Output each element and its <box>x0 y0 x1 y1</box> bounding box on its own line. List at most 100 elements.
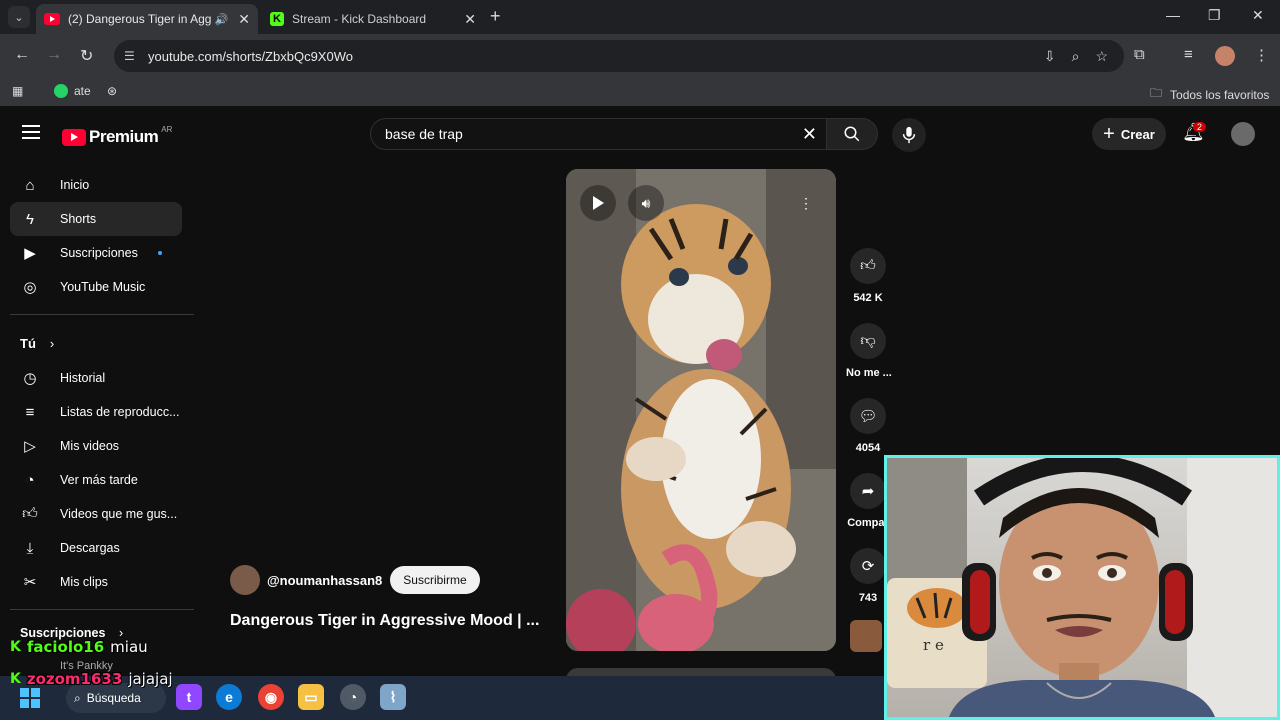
close-window-icon[interactable]: ✕ <box>1252 7 1264 24</box>
volume-icon: 🔊︎ <box>641 194 651 211</box>
menu-icon[interactable]: ⋮ <box>1254 46 1269 64</box>
tab-search-button[interactable]: ⌄ <box>8 6 30 28</box>
bookmark-whatsapp[interactable]: ate <box>54 84 91 98</box>
search-icon: ⌕ <box>74 690 81 705</box>
close-tab-icon[interactable]: ✕ <box>238 11 250 28</box>
forward-icon[interactable]: → <box>46 46 62 64</box>
search-icon <box>844 126 860 142</box>
microphone-icon <box>902 126 916 144</box>
install-icon[interactable]: ⇩ <box>1044 48 1056 65</box>
more-options-button[interactable]: ⋮ <box>788 185 824 221</box>
chat-username: zozom1633 <box>26 670 123 688</box>
clear-search-icon[interactable]: ✕ <box>802 124 817 145</box>
play-icon <box>593 196 604 210</box>
share-icon: ➦ <box>850 473 886 509</box>
new-content-dot <box>157 251 162 255</box>
edge-icon[interactable]: e <box>216 684 242 710</box>
chat-text: jajajaj <box>128 670 173 688</box>
chevron-right-icon: › <box>49 335 55 351</box>
apps-icon[interactable]: ▦ <box>12 84 23 98</box>
sidebar-item-liked-videos[interactable]: 👍︎ Videos que me gus... <box>10 497 194 531</box>
dislike-action[interactable]: 👎︎ No me ... <box>846 323 892 379</box>
site-info-icon[interactable]: ☰ <box>124 49 138 63</box>
sidebar-item-inicio[interactable]: ⌂ Inicio <box>10 168 194 202</box>
restore-icon[interactable]: ❐ <box>1208 7 1221 24</box>
sidebar-item-label: Suscripciones <box>60 246 138 260</box>
youtube-favicon-icon <box>44 13 60 25</box>
youtube-header: Premium AR base de trap ✕ + Crear 🔔︎ <box>0 112 1280 158</box>
play-button[interactable] <box>580 185 616 221</box>
sidebar-item-playlists[interactable]: ≡ Listas de reproducc... <box>10 395 194 429</box>
sidebar: ⌂ Inicio ϟ Shorts ▶ Suscripciones ◎ YouT… <box>10 168 194 620</box>
chatgpt-bookmark-icon[interactable]: ⊛ <box>107 84 117 98</box>
file-explorer-icon[interactable]: ▭ <box>298 684 324 710</box>
streamer-webcam: r e <box>884 455 1280 720</box>
sidebar-item-label: Inicio <box>60 178 90 192</box>
logo-text: Premium <box>89 127 159 146</box>
create-label: Crear <box>1120 126 1155 142</box>
voice-search-button[interactable] <box>892 118 926 152</box>
extensions-icon[interactable]: ⧉ <box>1134 46 1145 63</box>
speaker-icon[interactable]: 🔊 <box>215 13 229 26</box>
monitor-app-icon[interactable]: ⌇ <box>380 684 406 710</box>
bookmark-star-icon[interactable]: ☆ <box>1095 48 1108 65</box>
subscriptions-icon: ▶ <box>24 245 36 262</box>
sidebar-item-ver-mas-tarde[interactable]: ◔ Ver más tarde <box>10 463 194 497</box>
sidebar-item-historial[interactable]: ◷ Historial <box>10 361 194 395</box>
playlists-icon: ≡ <box>25 403 35 421</box>
kick-icon: K <box>10 639 21 655</box>
shorts-icon: ϟ <box>26 210 34 228</box>
create-button[interactable]: + Crear <box>1092 118 1166 150</box>
close-tab-icon[interactable]: ✕ <box>464 11 476 28</box>
sidebar-item-youtube-music[interactable]: ◎ YouTube Music <box>10 270 194 304</box>
all-bookmarks-folder[interactable]: 🗀 Todos los favoritos <box>1150 84 1269 105</box>
youtube-logo[interactable]: Premium AR <box>62 125 172 147</box>
comments-action[interactable]: 💬︎ 4054 <box>846 398 890 454</box>
sidebar-item-mis-clips[interactable]: ✂ Mis clips <box>10 565 194 599</box>
search-input[interactable]: base de trap <box>371 126 802 142</box>
chrome-icon[interactable]: ◉ <box>258 684 284 710</box>
new-tab-icon[interactable]: + <box>490 6 501 27</box>
like-icon: 👍︎ <box>850 248 886 284</box>
sidebar-item-mis-videos[interactable]: ▷ Mis videos <box>10 429 194 463</box>
webcam-scene <box>887 458 1277 717</box>
tab-youtube[interactable]: (2) Dangerous Tiger in Agg 🔊 ✕ <box>36 4 258 34</box>
volume-button[interactable]: 🔊︎ <box>628 185 664 221</box>
obs-icon[interactable]: ◔ <box>340 684 366 710</box>
channel-avatar[interactable] <box>230 565 260 595</box>
zoom-icon[interactable]: ⌕ <box>1072 48 1080 65</box>
sidebar-item-shorts[interactable]: ϟ Shorts <box>10 202 182 236</box>
sidebar-item-descargas[interactable]: ⤓ Descargas <box>10 531 194 565</box>
hamburger-menu-icon[interactable] <box>22 125 40 143</box>
search-button[interactable] <box>826 118 878 150</box>
channel-name[interactable]: @noumanhassan8 <box>267 573 382 588</box>
you-section-heading[interactable]: Tú › <box>10 325 194 361</box>
tab-kick[interactable]: K Stream - Kick Dashboard ✕ <box>262 4 484 34</box>
notification-badge: 2 <box>1193 122 1207 132</box>
reload-icon[interactable]: ↻ <box>80 46 93 66</box>
account-avatar[interactable] <box>1231 122 1255 146</box>
windows-start-icon[interactable] <box>20 688 40 708</box>
subscription-channel-partial[interactable]: It's Pankky <box>60 660 113 672</box>
tab-title: Stream - Kick Dashboard <box>292 12 427 26</box>
browser-tabbar: ⌄ (2) Dangerous Tiger in Agg 🔊 ✕ K Strea… <box>0 0 1280 34</box>
audio-thumbnail[interactable] <box>850 620 882 652</box>
sidebar-item-label: YouTube Music <box>60 280 146 294</box>
media-icon[interactable]: ≡ <box>1184 46 1193 63</box>
sidebar-item-suscripciones[interactable]: ▶ Suscripciones <box>10 236 194 270</box>
history-icon: ◷ <box>23 370 37 387</box>
subscribe-button[interactable]: Suscribirme <box>390 566 480 594</box>
minimize-icon[interactable]: — <box>1166 7 1180 23</box>
kick-icon: K <box>10 671 21 687</box>
search-box[interactable]: base de trap ✕ <box>370 118 830 150</box>
channel-row: @noumanhassan8 Suscribirme <box>230 565 480 595</box>
watch-later-icon: ◔ <box>25 471 35 489</box>
video-title[interactable]: Dangerous Tiger in Aggressive Mood | ... <box>230 612 539 630</box>
profile-avatar[interactable] <box>1215 46 1235 66</box>
chat-username: faciolo16 <box>26 638 105 656</box>
twitch-icon[interactable]: t <box>176 684 202 710</box>
like-action[interactable]: 👍︎ 542 K <box>846 248 890 304</box>
shorts-video-player[interactable]: 🔊︎ ⋮ <box>566 169 836 651</box>
address-bar[interactable]: ☰ youtube.com/shorts/ZbxbQc9X0Wo ⇩ ⌕ ☆ <box>114 40 1124 72</box>
back-icon[interactable]: ← <box>14 46 30 64</box>
